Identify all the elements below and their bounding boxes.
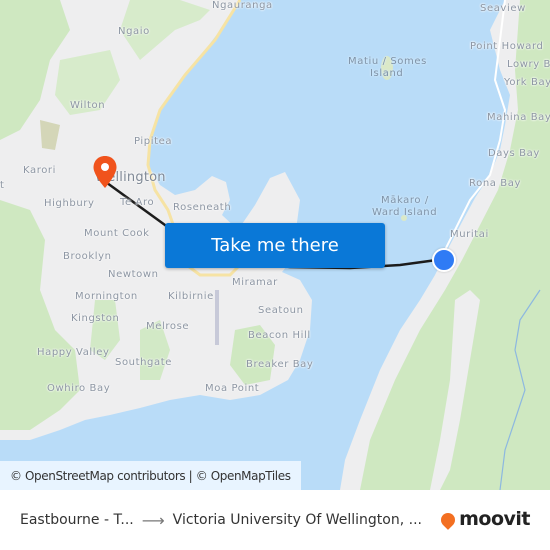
place-label: Karori bbox=[23, 165, 57, 176]
place-label-island: Matiu / Somes bbox=[348, 56, 427, 67]
place-label-island: Island bbox=[370, 68, 404, 79]
place-label: Te Aro bbox=[120, 197, 155, 208]
place-label: Moa Point bbox=[205, 383, 260, 394]
place-label: Roseneath bbox=[173, 202, 232, 213]
place-label: Muritai bbox=[450, 229, 489, 240]
place-label: Highbury bbox=[44, 198, 95, 209]
place-label: Breaker Bay bbox=[246, 359, 314, 370]
map[interactable]: Ngauranga Ngaio Wilton Pipitea Karori We… bbox=[0, 0, 550, 490]
arrow-right-icon: ⟶ bbox=[141, 510, 165, 530]
place-label: Southgate bbox=[115, 357, 173, 368]
place-label: Lowry Bay bbox=[507, 59, 550, 70]
moovit-logo[interactable]: moovit bbox=[438, 508, 530, 530]
place-label: Kilbirnie bbox=[168, 291, 214, 302]
moovit-wordmark: moovit bbox=[459, 508, 530, 530]
place-label: Ngauranga bbox=[212, 0, 273, 11]
place-label: Wilton bbox=[70, 100, 106, 111]
place-label: Kingston bbox=[71, 313, 120, 324]
moovit-pin-icon bbox=[438, 510, 459, 530]
origin-marker[interactable] bbox=[432, 248, 456, 272]
destination-marker[interactable] bbox=[92, 155, 118, 189]
place-label: Mahina Bay bbox=[487, 112, 550, 123]
map-pin-icon bbox=[93, 156, 117, 188]
take-me-there-button[interactable]: Take me there bbox=[165, 223, 385, 268]
place-label: Days Bay bbox=[488, 148, 540, 159]
place-label: Point Howard bbox=[470, 41, 544, 52]
place-label: Happy Valley bbox=[37, 347, 110, 358]
place-label: Brooklyn bbox=[63, 251, 112, 262]
place-label: Beacon Hill bbox=[248, 330, 311, 341]
place-label: York Bay bbox=[504, 77, 550, 88]
place-label: Owhiro Bay bbox=[47, 383, 111, 394]
place-label-island: Mākaro / bbox=[381, 195, 429, 206]
origin-name: Eastbourne - T... bbox=[20, 512, 134, 528]
place-label: Miramar bbox=[232, 277, 278, 288]
place-label: Mornington bbox=[75, 291, 138, 302]
place-label: Newtown bbox=[108, 269, 159, 280]
place-label: Rona Bay bbox=[469, 178, 521, 189]
place-label: t bbox=[0, 180, 5, 191]
place-label: Ngaio bbox=[118, 26, 150, 37]
place-label: Pipitea bbox=[134, 136, 173, 147]
place-label: Seaview bbox=[480, 3, 526, 14]
place-label-island: Ward Island bbox=[372, 207, 438, 218]
place-label: Melrose bbox=[146, 321, 190, 332]
map-attribution[interactable]: © OpenStreetMap contributors | © OpenMap… bbox=[0, 461, 301, 490]
place-label: Mount Cook bbox=[84, 228, 150, 239]
place-label: Seatoun bbox=[258, 305, 304, 316]
destination-name: Victoria University Of Wellington, ... bbox=[172, 512, 422, 528]
